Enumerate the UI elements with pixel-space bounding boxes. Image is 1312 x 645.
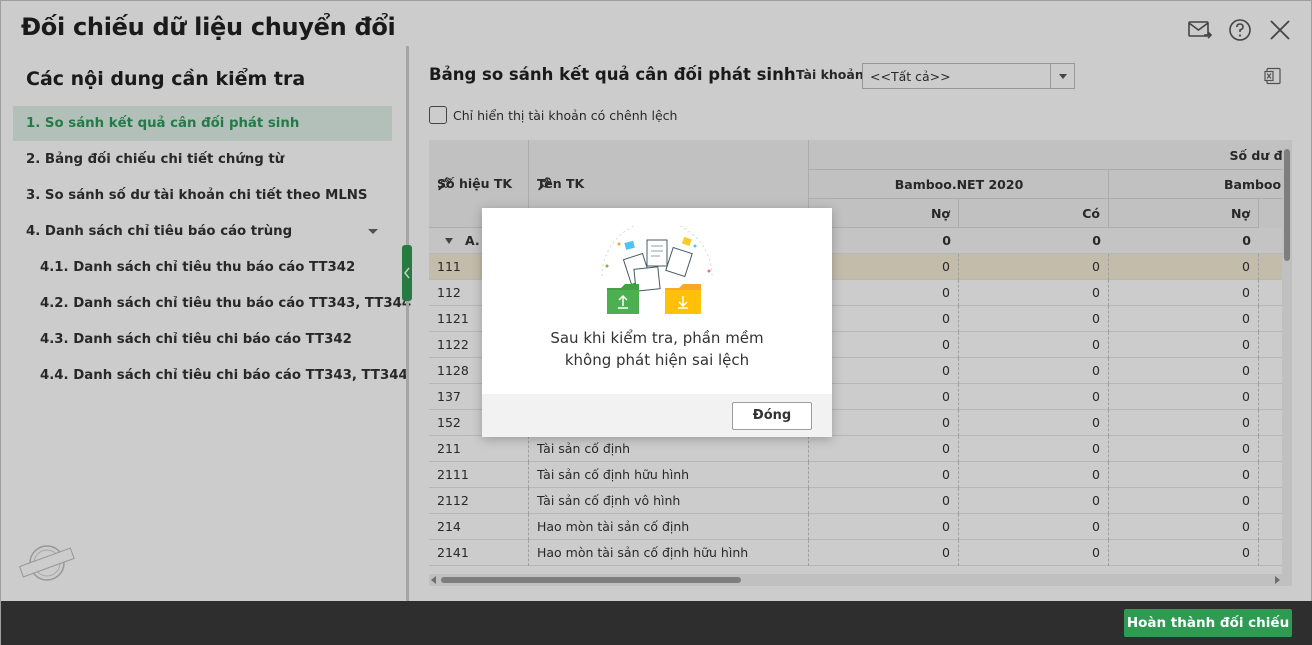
finish-comparison-button[interactable]: Hoàn thành đối chiếu (1124, 609, 1292, 637)
dialog-close-button[interactable]: Đóng (732, 402, 812, 430)
dialog-message: Sau khi kiểm tra, phần mềm không phát hi… (482, 327, 832, 371)
dialog-message-line: không phát hiện sai lệch (564, 351, 750, 369)
dialog-message-line: Sau khi kiểm tra, phần mềm (550, 329, 764, 347)
documents-folder-illustration (601, 226, 713, 314)
footer-bar (1, 601, 1312, 645)
app-window: Đối chiếu dữ liệu chuyển đổi Các nội dun… (0, 0, 1312, 645)
